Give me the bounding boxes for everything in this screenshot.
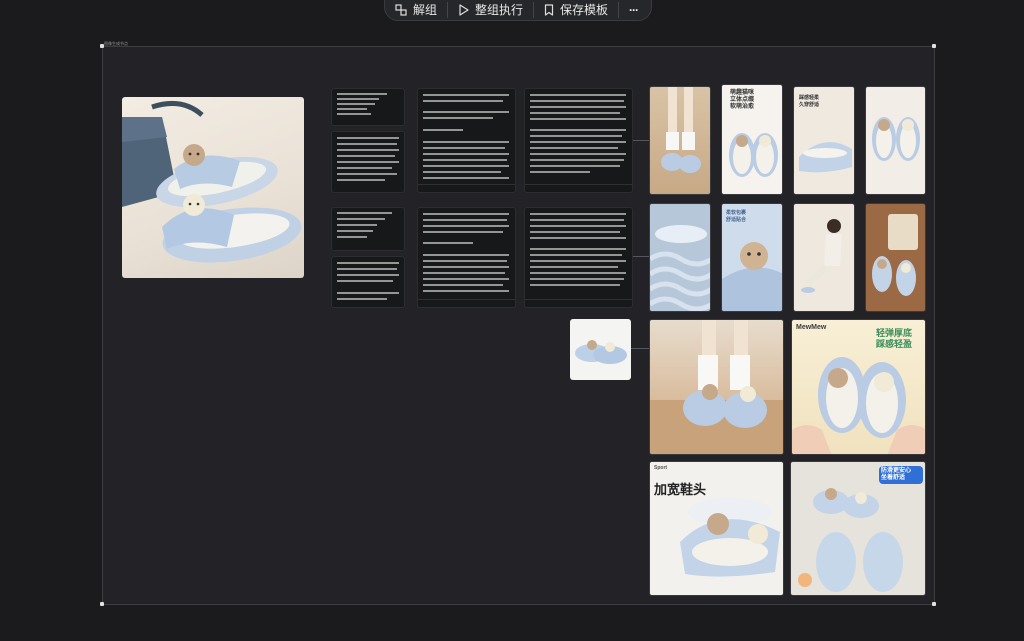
ungroup-button[interactable]: 解组 xyxy=(385,0,447,20)
copy-card-4[interactable] xyxy=(524,88,633,193)
slipper-pair-illustration xyxy=(729,133,778,177)
slipper-photo xyxy=(122,100,302,263)
copy-card-6[interactable] xyxy=(331,256,405,308)
reference-image-small[interactable] xyxy=(570,319,631,380)
copy-card-7[interactable] xyxy=(417,207,516,308)
generated-image-9[interactable] xyxy=(649,319,784,455)
generated-image-5[interactable] xyxy=(649,203,711,312)
ungroup-label: 解组 xyxy=(413,3,438,17)
cat-closeup-illustration xyxy=(722,242,782,311)
bookmark-icon xyxy=(544,3,554,16)
legs-photo xyxy=(661,87,701,173)
play-icon xyxy=(458,3,469,16)
connector-line xyxy=(633,256,649,257)
wide-toe-slipper-illustration xyxy=(680,498,780,577)
generated-image-7[interactable] xyxy=(793,203,855,312)
generated-image-8[interactable] xyxy=(865,203,926,312)
slipper-side-illustration xyxy=(799,142,852,173)
slipper-thumbnail xyxy=(575,340,627,364)
generated-image-12[interactable]: 防滑更安心 坐着舒适 xyxy=(790,461,926,596)
generated-image-3[interactable]: 踩感轻柔 久穿舒适 xyxy=(793,86,855,195)
run-group-button[interactable]: 整组执行 xyxy=(448,0,533,20)
generated-image-11[interactable]: Sport 加宽鞋头 xyxy=(649,461,784,596)
generated-image-2[interactable]: 萌趣猫咪 立体点缀 软萌治愈 xyxy=(721,84,783,195)
copy-card-5[interactable] xyxy=(331,207,405,251)
generated-image-4[interactable] xyxy=(865,86,926,195)
resize-handle-top-left[interactable] xyxy=(100,44,104,48)
slipper-pair-top-illustration xyxy=(872,117,920,161)
generated-image-1[interactable] xyxy=(649,86,711,195)
generated-image-6[interactable]: 柔软包裹 舒适贴合 xyxy=(721,203,783,312)
bag-and-slippers-illustration xyxy=(872,214,918,296)
copy-card-2[interactable] xyxy=(331,131,405,193)
source-product-image[interactable] xyxy=(122,97,304,278)
more-button[interactable]: ··· xyxy=(619,0,648,20)
more-icon: ··· xyxy=(629,2,639,17)
connector-line xyxy=(633,140,649,141)
copy-card-3[interactable] xyxy=(417,88,516,193)
resize-handle-top-right[interactable] xyxy=(932,44,936,48)
resize-handle-bottom-left[interactable] xyxy=(100,602,104,606)
generated-image-10[interactable]: MewMew 轻弹厚底 踩感轻盈 xyxy=(791,319,926,455)
copy-card-8[interactable] xyxy=(524,207,633,308)
save-template-label: 保存模板 xyxy=(560,3,609,17)
copy-card-1[interactable] xyxy=(331,88,405,126)
sole-texture-illustration xyxy=(650,225,710,311)
top-toolbar: 解组 整组执行 保存模板 ··· xyxy=(384,0,652,21)
save-template-button[interactable]: 保存模板 xyxy=(534,0,618,20)
slipper-sole-illustration xyxy=(798,488,903,592)
resize-handle-bottom-right[interactable] xyxy=(932,602,936,606)
connector-line xyxy=(631,348,649,349)
model-sitting-illustration xyxy=(801,219,842,293)
legs-slippers-photo xyxy=(650,320,783,454)
ungroup-icon xyxy=(395,3,407,16)
run-group-label: 整组执行 xyxy=(475,3,524,17)
hand-holding-slippers-illustration xyxy=(792,357,925,454)
